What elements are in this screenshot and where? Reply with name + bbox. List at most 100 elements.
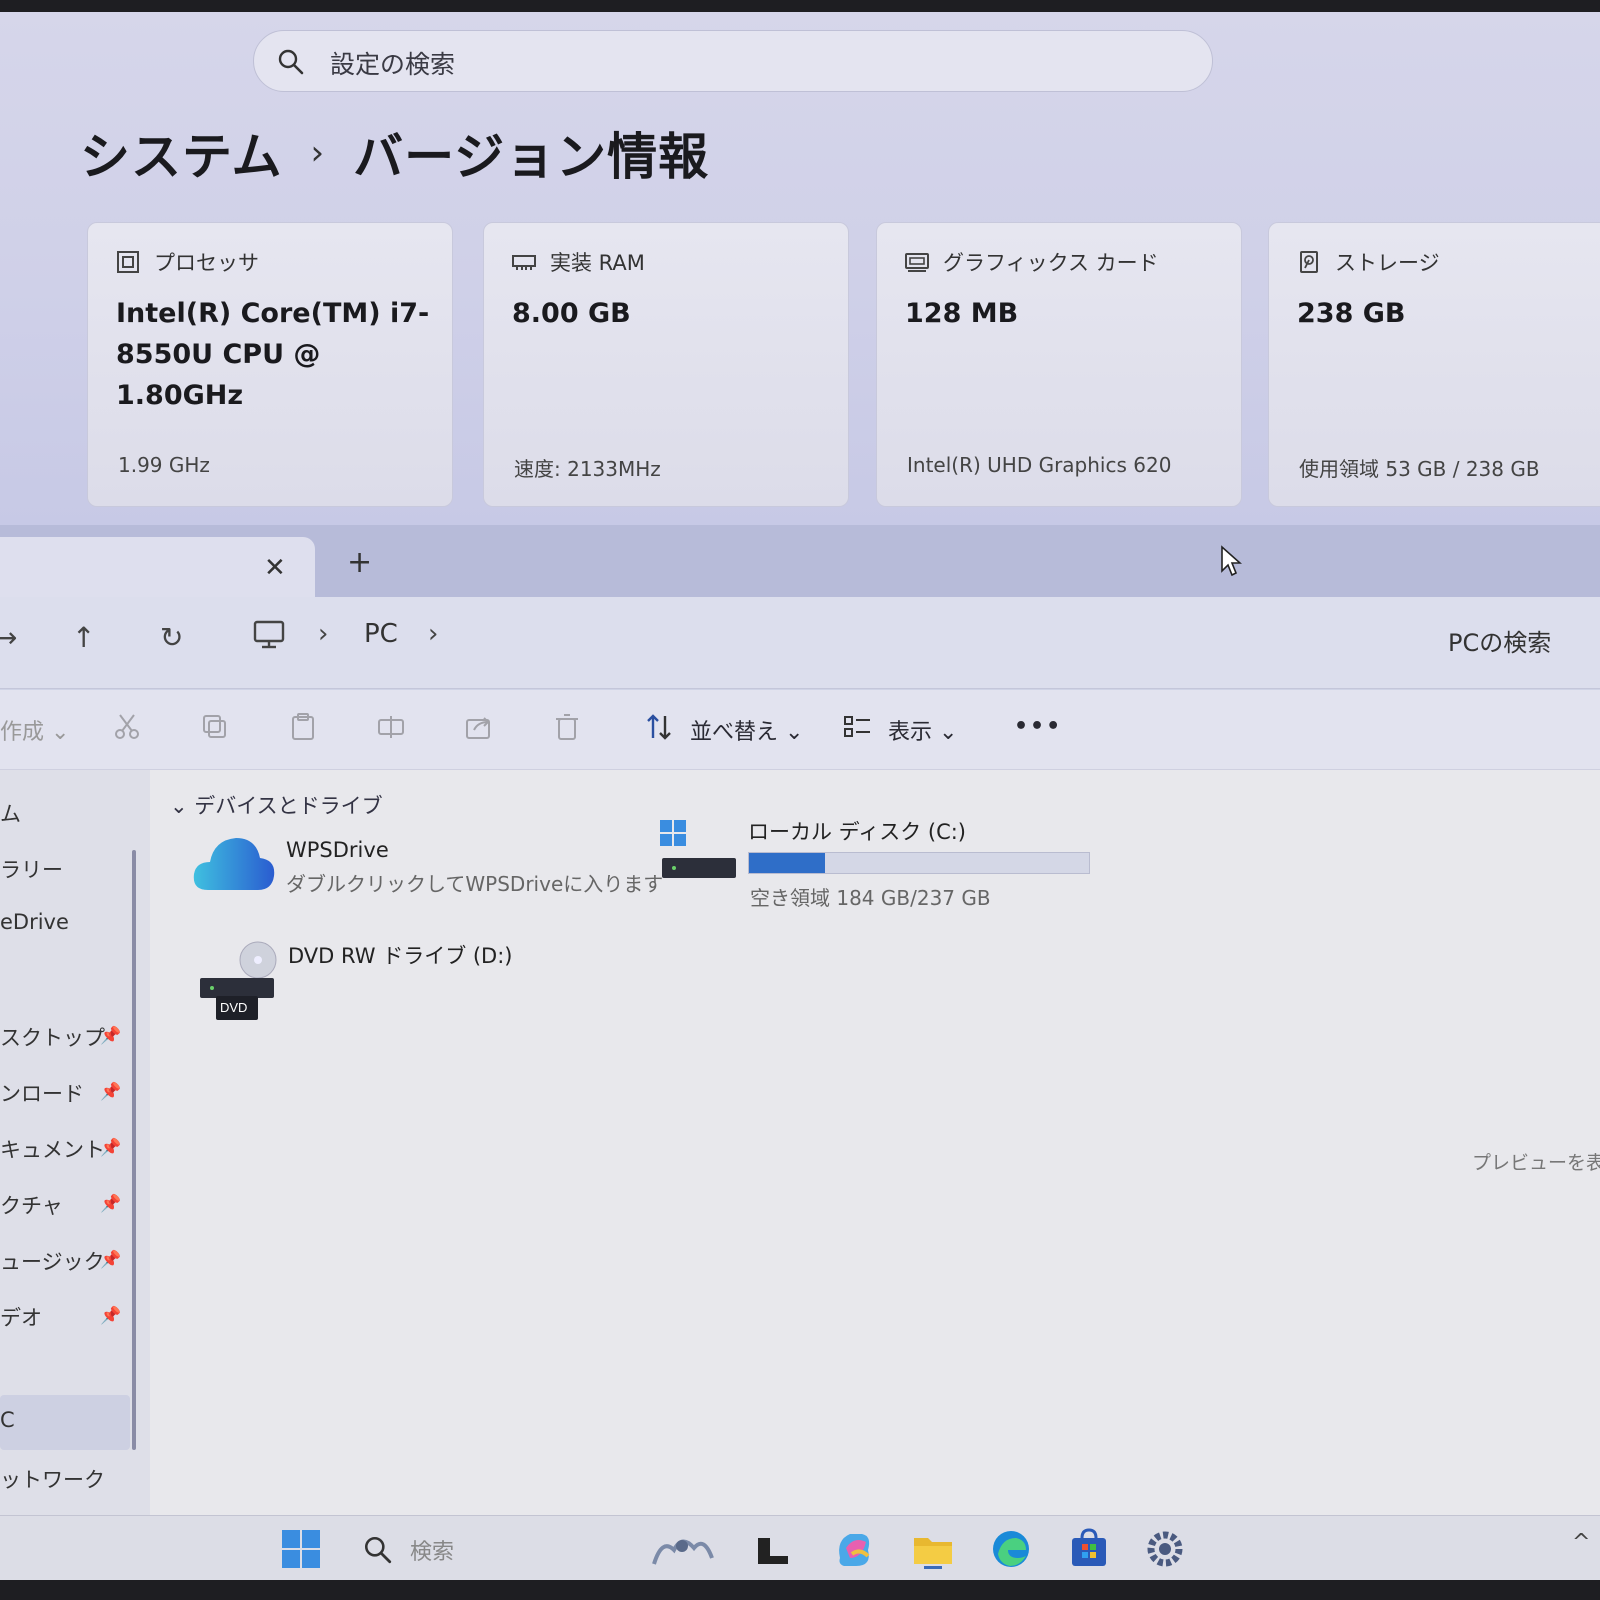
drive-item-dvd-d[interactable]: DVD DVD RW ドライブ (D:)	[196, 938, 516, 1028]
nav-item[interactable]: スクトップ	[0, 1022, 105, 1052]
widgets-icon[interactable]	[648, 1528, 718, 1570]
drive-description: ダブルクリックしてWPSDriveに入ります	[286, 872, 664, 896]
monitor-icon[interactable]	[252, 619, 286, 651]
address-separator[interactable]: ›	[428, 619, 438, 649]
taskbar: 検索 ^	[0, 1515, 1600, 1580]
edge-icon[interactable]	[990, 1528, 1032, 1570]
delete-icon[interactable]	[552, 712, 582, 742]
nav-item[interactable]: クチャ	[0, 1190, 63, 1220]
nav-item[interactable]: eDrive	[0, 910, 69, 934]
settings-icon[interactable]	[1144, 1528, 1186, 1570]
drive-name: ローカル ディスク (C:)	[748, 820, 967, 844]
drive-name: WPSDrive	[286, 838, 389, 862]
task-view-icon[interactable]	[752, 1528, 794, 1570]
breadcrumb-separator: ›	[310, 133, 326, 173]
search-icon	[278, 49, 304, 75]
group-header-label: デバイスとドライブ	[194, 794, 383, 818]
settings-search-input[interactable]: 設定の検索	[253, 30, 1213, 92]
copy-icon[interactable]	[200, 712, 230, 742]
preview-message: プレビューを表示	[1472, 1152, 1600, 1174]
navigation-pane: ム ラリー eDrive スクトップ 📌 ンロード 📌 キュメント 📌 クチャ …	[0, 770, 150, 1515]
card-title: グラフィックス カード	[943, 251, 1159, 275]
storage-icon	[1300, 251, 1318, 273]
more-options-button[interactable]: •••	[1014, 714, 1062, 739]
new-button[interactable]: 作成 ⌄	[0, 714, 69, 746]
card-detail: 速度: 2133MHz	[514, 457, 661, 481]
cloud-icon	[193, 838, 275, 890]
storage-card: ストレージ 238 GB 使用領域 53 GB / 238 GB	[1268, 222, 1600, 507]
copilot-icon[interactable]	[832, 1528, 874, 1570]
chevron-down-icon: ⌄	[939, 720, 958, 745]
nav-item[interactable]: ラリー	[0, 854, 63, 884]
new-tab-button[interactable]: +	[347, 545, 372, 580]
card-value: 128 MB	[905, 298, 1019, 329]
chevron-down-icon: ⌄	[170, 794, 188, 818]
screen-bezel-top	[0, 0, 1600, 12]
rename-icon[interactable]	[376, 712, 406, 742]
up-button[interactable]: ↑	[72, 621, 95, 654]
card-detail: Intel(R) UHD Graphics 620	[907, 453, 1172, 477]
address-separator[interactable]: ›	[318, 619, 328, 649]
windows-start-icon[interactable]	[280, 1528, 322, 1570]
paste-icon[interactable]	[288, 712, 318, 742]
graphics-card: グラフィックス カード 128 MB Intel(R) UHD Graphics…	[876, 222, 1242, 507]
devices-group-header[interactable]: ⌄ デバイスとドライブ	[170, 790, 383, 820]
card-title: ストレージ	[1335, 251, 1440, 275]
chevron-down-icon: ⌄	[785, 720, 804, 745]
drive-item-local-disk-c[interactable]: ローカル ディスク (C:) 空き領域 184 GB/237 GB	[656, 812, 1116, 912]
new-label: 作成	[0, 720, 45, 745]
card-detail: 使用領域 53 GB / 238 GB	[1299, 457, 1540, 481]
nav-selected-highlight	[0, 1395, 130, 1450]
cut-icon[interactable]	[112, 712, 142, 742]
view-icon[interactable]	[842, 712, 872, 742]
store-icon[interactable]	[1068, 1528, 1110, 1570]
pin-icon: 📌	[100, 1082, 122, 1102]
nav-item[interactable]: ンロード	[0, 1078, 84, 1108]
processor-card: プロセッサ Intel(R) Core(TM) i7-8550U CPU @ 1…	[87, 222, 453, 507]
nav-item[interactable]: キュメント	[0, 1134, 105, 1164]
tab-close-button[interactable]: ✕	[264, 553, 286, 583]
breadcrumb-parent[interactable]: システム	[80, 117, 283, 189]
mouse-cursor-icon	[1221, 545, 1242, 577]
drive-usage-fill	[749, 853, 826, 873]
drive-item-wpsdrive[interactable]: WPSDrive ダブルクリックしてWPSDriveに入ります	[190, 830, 663, 910]
card-value: 8.00 GB	[512, 298, 631, 329]
explorer-content: ム ラリー eDrive スクトップ 📌 ンロード 📌 キュメント 📌 クチャ …	[0, 770, 1600, 1515]
card-value: Intel(R) Core(TM) i7-8550U CPU @ 1.80GHz	[116, 298, 430, 411]
nav-item[interactable]: ュージック	[0, 1246, 105, 1276]
sort-icon[interactable]	[644, 712, 674, 742]
taskbar-search-label[interactable]: 検索	[410, 1534, 454, 1566]
nav-item[interactable]: C	[0, 1408, 15, 1432]
explorer-address-bar: → ↑ ↻ › PC › PCの検索	[0, 597, 1600, 689]
tray-overflow-chevron-icon[interactable]: ^	[1572, 1530, 1590, 1555]
card-title: 実装 RAM	[550, 251, 645, 275]
breadcrumb: システム › バージョン情報	[80, 118, 709, 188]
search-icon[interactable]	[362, 1534, 394, 1566]
explorer-command-bar: 作成 ⌄ 並べ替え ⌄ 表示 ⌄ •••	[0, 690, 1600, 770]
hard-drive-icon	[660, 820, 736, 878]
nav-item[interactable]: デオ	[0, 1302, 42, 1332]
page-title: バージョン情報	[353, 128, 710, 186]
refresh-button[interactable]: ↻	[160, 621, 183, 654]
sort-button[interactable]: 並べ替え ⌄	[690, 714, 803, 746]
search-placeholder: 設定の検索	[330, 50, 456, 79]
card-detail: 1.99 GHz	[118, 453, 210, 477]
drive-usage-bar	[748, 852, 1090, 874]
view-button[interactable]: 表示 ⌄	[888, 714, 957, 746]
nav-pane-scrollbar[interactable]	[132, 850, 136, 1450]
file-explorer-icon[interactable]	[912, 1528, 954, 1570]
processor-icon	[117, 251, 139, 273]
share-icon[interactable]	[464, 712, 494, 742]
screen-bezel-bottom	[0, 1580, 1600, 1600]
drive-free-space: 空き領域 184 GB/237 GB	[750, 886, 991, 910]
drive-name: DVD RW ドライブ (D:)	[288, 944, 513, 968]
settings-window: 設定の検索 システム › バージョン情報 プロセッサ Intel(R) Core…	[0, 0, 1600, 525]
explorer-tab[interactable]: ✕	[0, 537, 315, 597]
forward-button[interactable]: →	[0, 621, 17, 654]
pin-icon: 📌	[100, 1250, 122, 1270]
ram-card: 実装 RAM 8.00 GB 速度: 2133MHz	[483, 222, 849, 507]
address-segment-pc[interactable]: PC	[364, 619, 398, 649]
pc-search-input[interactable]: PCの検索	[1448, 623, 1551, 658]
nav-item[interactable]: ットワーク	[0, 1464, 105, 1494]
nav-item[interactable]: ム	[0, 798, 21, 828]
